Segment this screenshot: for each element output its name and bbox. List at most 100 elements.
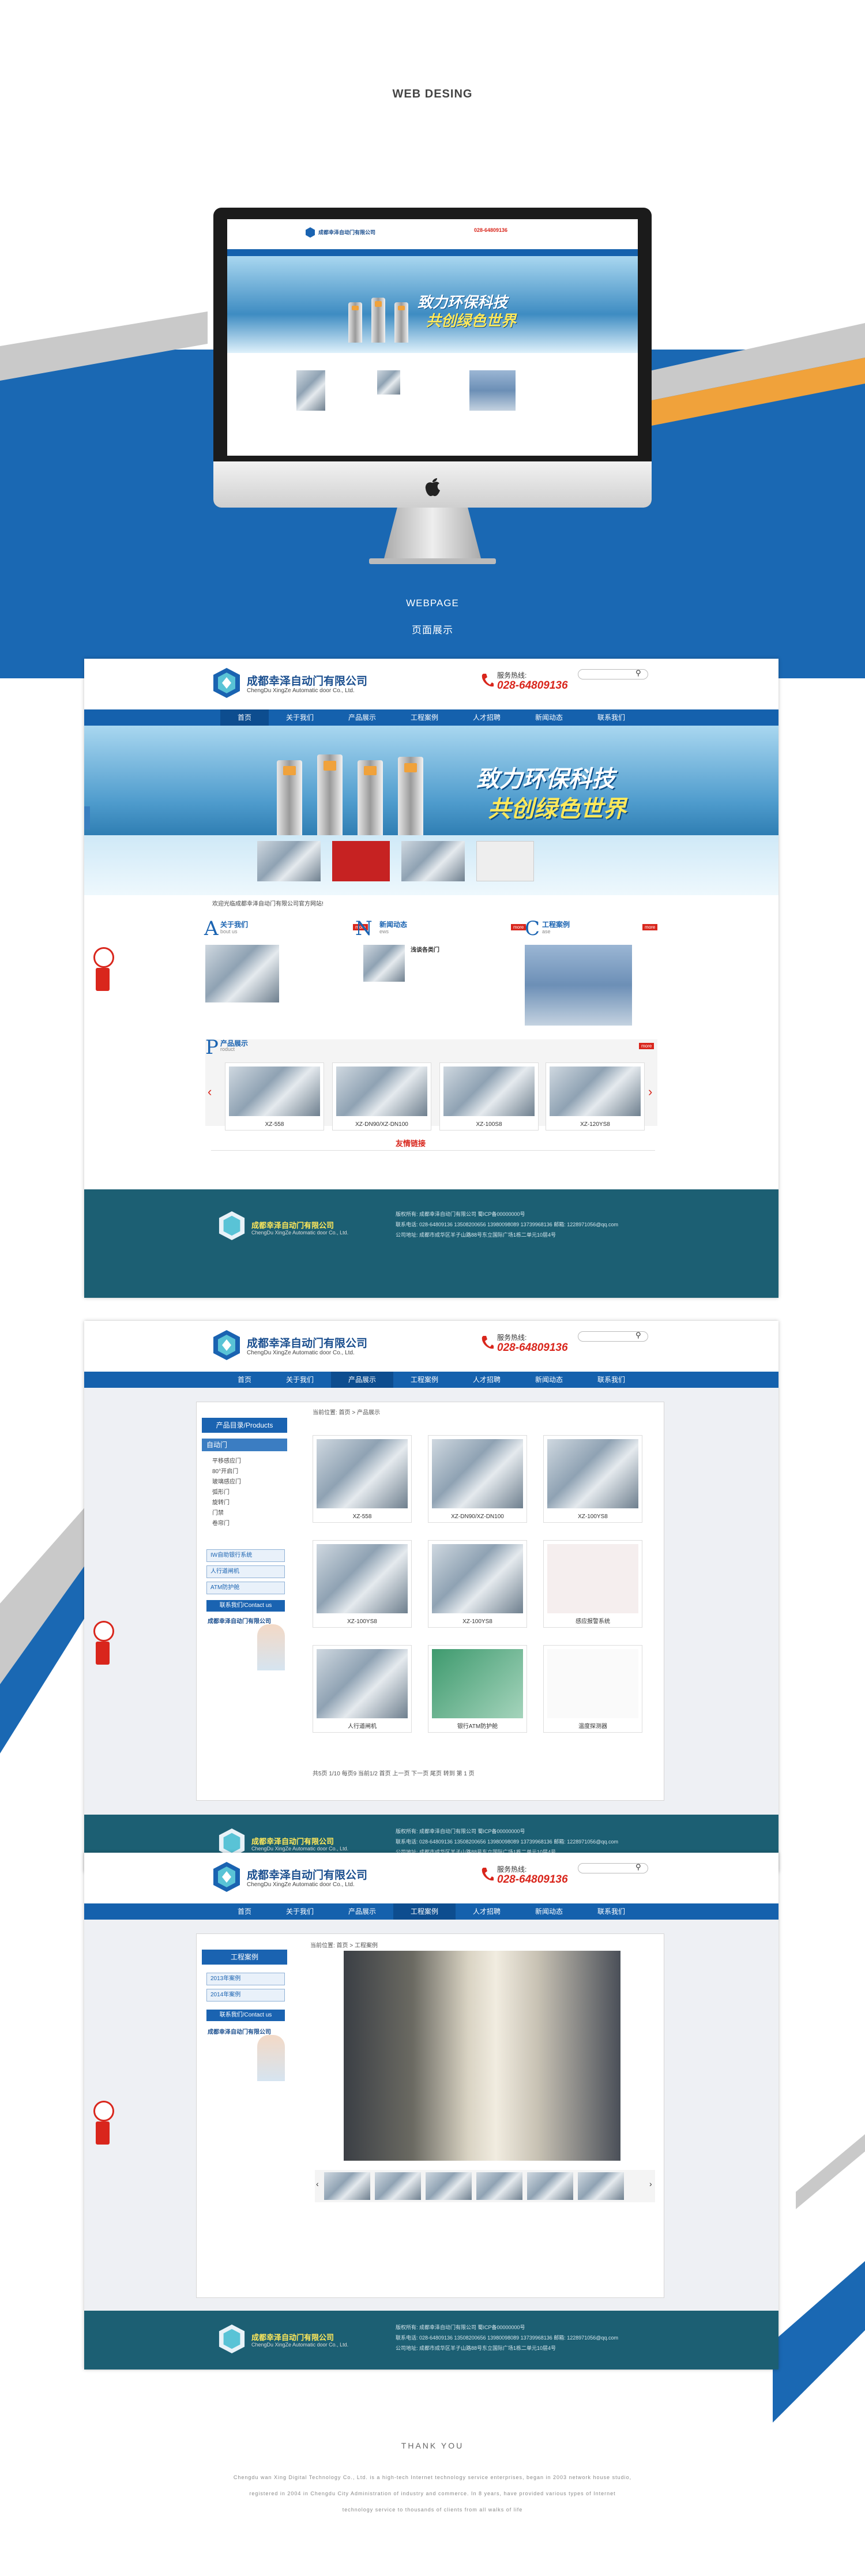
thumb-prev-icon[interactable]: ‹ xyxy=(316,2179,319,2188)
thumb-next-icon[interactable]: › xyxy=(649,2179,652,2188)
thank-you: THANK YOU xyxy=(401,2441,464,2450)
product-caption: 温度探测器 xyxy=(578,1723,607,1730)
consult-tab[interactable] xyxy=(96,968,110,991)
contact-company-name: 成都幸泽自动门有限公司 xyxy=(208,2029,271,2036)
sidebar-button[interactable]: 人行道闸机 xyxy=(206,1565,285,1578)
company-name: 成都幸泽自动门有限公司 xyxy=(247,675,368,688)
product-card[interactable]: XZ-DN90/XZ-DN100 xyxy=(428,1435,527,1523)
search-icon[interactable]: ⚲ xyxy=(635,669,641,678)
nav-item-news[interactable]: 新闻动态 xyxy=(518,709,580,726)
nav-item-cases[interactable]: 工程案例 xyxy=(393,1903,456,1920)
carousel-next-icon[interactable]: › xyxy=(648,1084,652,1099)
floating-consult-widget[interactable] xyxy=(92,2101,114,2146)
product-card[interactable]: 银行ATM防护舱 xyxy=(428,1645,527,1733)
home-product-card[interactable]: XZ-DN90/XZ-DN100 xyxy=(332,1062,431,1131)
products-nav: 首页 关于我们 产品展示 工程案例 人才招聘 新闻动态 联系我们 xyxy=(84,1372,778,1388)
nav-item-home[interactable]: 首页 xyxy=(220,709,269,726)
cases-more-link[interactable]: more xyxy=(642,924,658,930)
nav-item-jobs[interactable]: 人才招聘 xyxy=(456,709,518,726)
product-card[interactable]: 温度探测器 xyxy=(543,1645,642,1733)
company-logo-icon xyxy=(213,668,240,698)
nav-item-cases[interactable]: 工程案例 xyxy=(393,709,456,726)
banner-side-tab[interactable] xyxy=(84,806,90,829)
nav-item-about[interactable]: 关于我们 xyxy=(269,1372,331,1388)
news-en: ews xyxy=(379,929,389,934)
product-caption: 感应报警系统 xyxy=(576,1619,610,1625)
consult-tab[interactable] xyxy=(96,1642,110,1665)
case-thumbnail[interactable] xyxy=(476,2172,522,2200)
banner-photo-2 xyxy=(332,841,390,881)
nav-item-news[interactable]: 新闻动态 xyxy=(518,1372,580,1388)
product-card[interactable]: 人行道闸机 xyxy=(313,1645,412,1733)
products-page-mockup: 成都幸泽自动门有限公司 ChengDu XingZe Automatic doo… xyxy=(84,1321,778,1872)
carousel-prev-icon[interactable]: ‹ xyxy=(208,1084,212,1099)
product-card[interactable]: XZ-100YS8 xyxy=(543,1435,642,1523)
nav-item-contact[interactable]: 联系我们 xyxy=(580,1372,642,1388)
sidebar-item[interactable]: 旋转门 xyxy=(212,1497,230,1506)
products-more-link[interactable]: more xyxy=(639,1043,655,1049)
closing-line: Chengdu wan Xing Digital Technology Co.,… xyxy=(233,2474,632,2480)
search-icon[interactable]: ⚲ xyxy=(635,1331,641,1340)
nav-item-products[interactable]: 产品展示 xyxy=(331,1903,393,1920)
sidebar-item[interactable]: 弧形门 xyxy=(212,1487,230,1496)
products-header: 成都幸泽自动门有限公司 ChengDu XingZe Automatic doo… xyxy=(84,1321,778,1372)
page-heading: WEB DESING xyxy=(392,88,473,100)
screen-nav xyxy=(227,249,638,256)
notice-text: 欢迎光临成都幸泽自动门有限公司官方网站! xyxy=(212,901,324,907)
product-card[interactable]: XZ-558 xyxy=(313,1435,412,1523)
sidebar-item[interactable]: 门禁 xyxy=(212,1508,224,1516)
case-thumbnail[interactable] xyxy=(375,2172,421,2200)
banner-gate-1 xyxy=(277,760,302,835)
case-thumbnail[interactable] xyxy=(578,2172,624,2200)
footer-line: 联系电话: 028-64809136 13508200656 139800980… xyxy=(396,2335,618,2341)
case-thumbnail[interactable] xyxy=(527,2172,573,2200)
home-product-card[interactable]: XZ-100S8 xyxy=(439,1062,539,1131)
sidebar-button[interactable]: IW自助银行系统 xyxy=(206,1549,285,1562)
sidebar-item[interactable]: 80°开启门 xyxy=(212,1466,238,1475)
sidebar-item-active[interactable]: 自动门 xyxy=(202,1439,287,1451)
screen-gate-1 xyxy=(348,302,362,343)
home-product-card[interactable]: XZ-558 xyxy=(225,1062,324,1131)
nav-item-about[interactable]: 关于我们 xyxy=(269,709,331,726)
nav-item-cases[interactable]: 工程案例 xyxy=(393,1372,456,1388)
footer-company-name: 成都幸泽自动门有限公司 xyxy=(251,1221,334,1230)
links-title: 友情链接 xyxy=(396,1139,426,1148)
home-product-card[interactable]: XZ-120YS8 xyxy=(546,1062,645,1131)
nav-item-home[interactable]: 首页 xyxy=(220,1372,269,1388)
news-headline[interactable]: 浅谈各类门 xyxy=(411,945,439,953)
floating-consult-widget[interactable] xyxy=(92,1621,114,1666)
nav-item-about[interactable]: 关于我们 xyxy=(269,1903,331,1920)
floating-consult-widget[interactable] xyxy=(92,947,114,992)
sidebar-item[interactable]: 卷帘门 xyxy=(212,1518,230,1527)
sidebar-button[interactable]: 2014年案例 xyxy=(206,1989,285,2002)
sidebar-item[interactable]: 玻璃感应门 xyxy=(212,1477,241,1485)
sidebar-item[interactable]: 平移感应门 xyxy=(212,1456,241,1465)
nav-item-jobs[interactable]: 人才招聘 xyxy=(456,1903,518,1920)
nav-item-contact[interactable]: 联系我们 xyxy=(580,1903,642,1920)
home-product-caption: XZ-120YS8 xyxy=(580,1121,610,1128)
news-more-link[interactable]: more xyxy=(511,924,526,930)
product-card[interactable]: XZ-100YS8 xyxy=(428,1540,527,1628)
case-main-photo[interactable] xyxy=(344,1951,620,2161)
footer-line: 公司地址: 成都市成华区羊子山路88号东立国际广场1栋二单元10层4号 xyxy=(396,1232,556,1238)
nav-item-products[interactable]: 产品展示 xyxy=(330,1372,393,1388)
sidebar-button[interactable]: 2013年案例 xyxy=(206,1973,285,1985)
product-card[interactable]: XZ-100YS8 xyxy=(313,1540,412,1628)
nav-item-products[interactable]: 产品展示 xyxy=(331,709,393,726)
nav-item-contact[interactable]: 联系我们 xyxy=(580,709,642,726)
news-letter: N xyxy=(355,917,373,940)
banner-slogan-1: 致力环保科技 xyxy=(476,767,615,792)
home-product-caption: XZ-DN90/XZ-DN100 xyxy=(355,1121,408,1128)
product-card[interactable]: 感应报警系统 xyxy=(543,1540,642,1628)
case-thumbnail[interactable] xyxy=(426,2172,472,2200)
footer-line: 版权所有: 成都幸泽自动门有限公司 蜀ICP备00000000号 xyxy=(396,1211,525,1217)
search-icon[interactable]: ⚲ xyxy=(635,1862,641,1872)
case-thumbnail[interactable] xyxy=(324,2172,370,2200)
nav-item-news[interactable]: 新闻动态 xyxy=(518,1903,580,1920)
nav-item-home[interactable]: 首页 xyxy=(220,1903,269,1920)
consult-tab[interactable] xyxy=(96,2121,110,2145)
pagination[interactable]: 共5页 1/10 每页9 当前1/2 首页 上一页 下一页 尾页 转到 第 1 … xyxy=(313,1768,475,1777)
banner-slogan-2: 共创绿色世界 xyxy=(488,797,626,822)
nav-item-jobs[interactable]: 人才招聘 xyxy=(456,1372,518,1388)
sidebar-button[interactable]: ATM防护舱 xyxy=(206,1582,285,1594)
